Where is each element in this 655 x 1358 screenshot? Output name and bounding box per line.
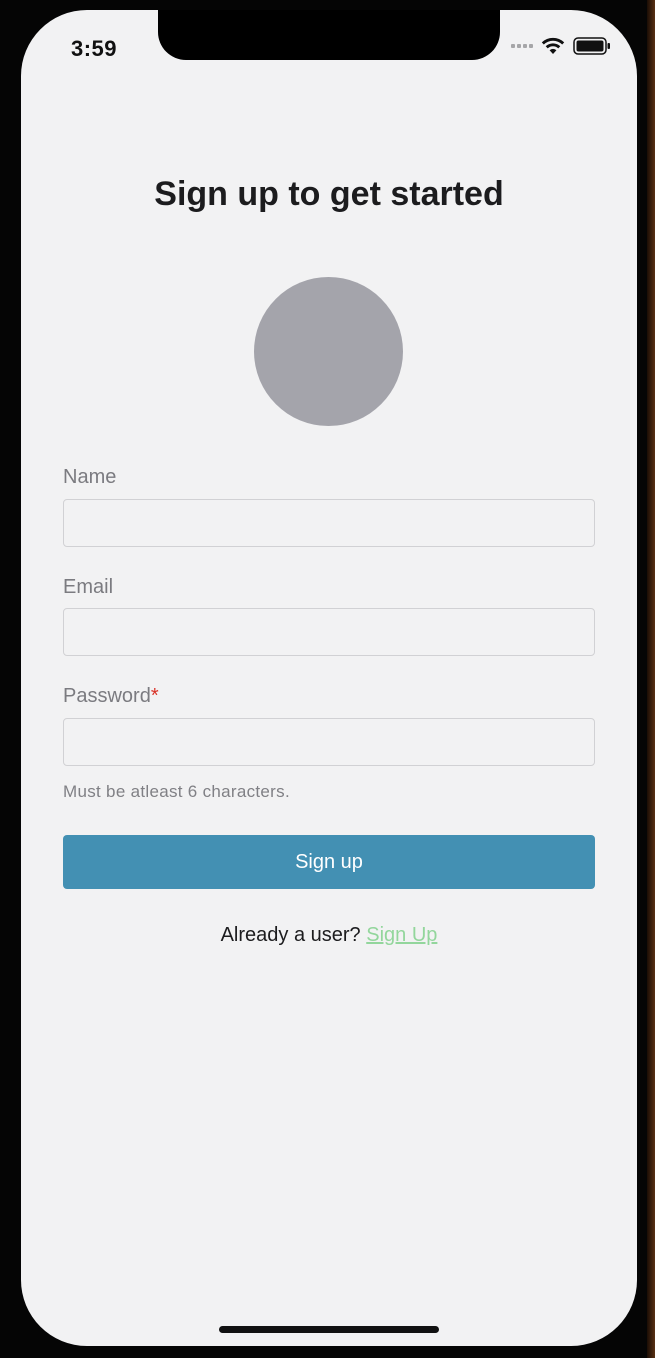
password-label-row: Password* (63, 685, 159, 708)
email-label: Email (63, 576, 114, 598)
password-hint: Must be atleast 6 characters. (63, 782, 290, 801)
status-time: 3:59 (71, 36, 118, 61)
notch (158, 10, 500, 60)
name-input[interactable] (63, 499, 595, 547)
sign-up-button[interactable]: Sign up (63, 835, 595, 889)
avatar-picker[interactable] (254, 277, 403, 426)
cellular-signal-icon (511, 44, 533, 48)
password-input[interactable] (63, 718, 595, 766)
device-frame: 3:59 Sign up to get started Name Email P… (0, 0, 655, 1358)
app-screen: 3:59 Sign up to get started Name Email P… (21, 10, 637, 1346)
device-edge (647, 0, 655, 1358)
wifi-icon (541, 37, 565, 54)
email-input[interactable] (63, 608, 595, 656)
name-label: Name (63, 466, 117, 488)
password-label: Password (63, 685, 151, 707)
status-icons (511, 37, 611, 55)
page-title: Sign up to get started (154, 175, 504, 213)
sign-in-link[interactable]: Sign Up (366, 924, 437, 946)
already-user-prompt: Already a user? (220, 924, 367, 946)
already-user-row: Already a user? Sign Up (21, 924, 637, 947)
required-marker: * (150, 685, 159, 707)
sign-up-button-label: Sign up (295, 850, 363, 873)
battery-icon (573, 37, 610, 55)
home-indicator[interactable] (219, 1326, 439, 1333)
